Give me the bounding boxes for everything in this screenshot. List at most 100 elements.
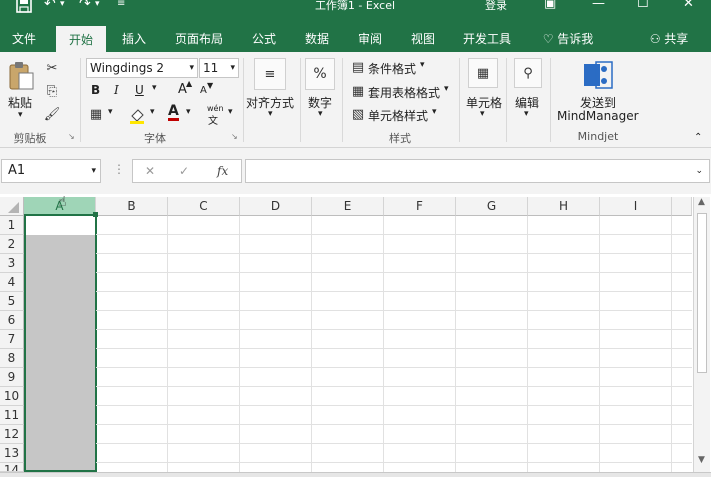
number-dropdown-icon[interactable]: ▾ [318, 109, 323, 119]
undo-dropdown-icon[interactable]: ▾ [60, 0, 65, 12]
name-box[interactable]: A1 ▾ [1, 159, 101, 183]
tab-view[interactable]: 视图 [403, 30, 443, 52]
cells-dropdown-icon[interactable]: ▾ [480, 109, 485, 119]
phonetic-dropdown-icon[interactable]: ▾ [228, 107, 233, 117]
row-header-13[interactable]: 13 [0, 444, 24, 463]
row-header-14[interactable]: 14 [0, 463, 24, 472]
row-header-7[interactable]: 7 [0, 330, 24, 349]
font-name-value: Wingdings 2 [90, 61, 165, 75]
format-as-table-button[interactable]: 套用表格格式 [368, 84, 440, 101]
font-name-select[interactable]: Wingdings 2 ▾ [86, 58, 198, 78]
column-header-c[interactable]: C [168, 197, 240, 216]
tab-developer[interactable]: 开发工具 [456, 30, 518, 52]
alignment-icon[interactable]: ≡ [254, 58, 286, 90]
worksheet-grid[interactable]: A B C D E F G H I ☝ 1 2 3 4 5 6 7 8 9 10… [0, 194, 711, 477]
search-icon[interactable]: ⚲ [514, 58, 542, 88]
italic-button[interactable]: I [114, 83, 119, 97]
cell-styles-dropdown-icon[interactable]: ▾ [432, 107, 437, 117]
tab-file[interactable]: 文件 [4, 30, 44, 52]
grid-row [96, 368, 692, 387]
clipboard-launcher-icon[interactable]: ↘ [68, 132, 75, 141]
mindmanager-icon[interactable] [582, 60, 614, 90]
tab-insert[interactable]: 插入 [114, 30, 154, 52]
vertical-scrollbar[interactable]: ▲ ▼ [693, 197, 710, 472]
column-header-b[interactable]: B [96, 197, 168, 216]
font-size-select[interactable]: 11 ▾ [199, 58, 239, 78]
cell-styles-icon: ▧ [351, 106, 365, 122]
redo-dropdown-icon[interactable]: ▾ [95, 0, 100, 12]
underline-button[interactable]: U [135, 83, 144, 97]
percent-icon[interactable]: % [305, 58, 335, 90]
font-launcher-icon[interactable]: ↘ [231, 132, 238, 141]
cells-icon[interactable]: ▦ [468, 58, 498, 88]
column-header-i[interactable]: I [600, 197, 672, 216]
grid-row [96, 311, 692, 330]
maximize-icon[interactable]: ☐ [637, 0, 649, 11]
column-header-f[interactable]: F [384, 197, 456, 216]
row-header-8[interactable]: 8 [0, 349, 24, 368]
row-header-1[interactable]: 1 [0, 216, 24, 235]
scroll-down-icon[interactable]: ▼ [698, 455, 705, 465]
ribbon-display-icon[interactable]: ▣ [544, 0, 556, 11]
paste-icon[interactable] [6, 60, 36, 92]
row-header-9[interactable]: 9 [0, 368, 24, 387]
scrollbar-thumb[interactable] [697, 213, 707, 373]
row-header-5[interactable]: 5 [0, 292, 24, 311]
tab-data[interactable]: 数据 [297, 30, 337, 52]
tell-me[interactable]: ♡ 告诉我 [536, 30, 600, 52]
underline-dropdown-icon[interactable]: ▾ [152, 83, 157, 93]
copy-icon[interactable]: ⎘ [44, 83, 60, 99]
font-color-button[interactable]: A [168, 104, 179, 121]
customize-icon[interactable]: ≡ [117, 0, 125, 12]
paste-button[interactable]: 粘贴 [8, 94, 32, 111]
editing-dropdown-icon[interactable]: ▾ [524, 109, 529, 119]
column-header-h[interactable]: H [528, 197, 600, 216]
borders-dropdown-icon[interactable]: ▾ [108, 107, 113, 117]
fill-color-dropdown-icon[interactable]: ▾ [150, 107, 155, 117]
redo-icon[interactable]: ↷ [79, 0, 91, 12]
column-header-g[interactable]: G [456, 197, 528, 216]
decrease-font-button[interactable]: A [200, 85, 207, 96]
mindmanager-label[interactable]: MindManager [557, 109, 639, 123]
format-painter-icon[interactable]: 🖌 [44, 106, 61, 122]
select-all-corner[interactable] [0, 197, 24, 216]
row-header-4[interactable]: 4 [0, 273, 24, 292]
table-dropdown-icon[interactable]: ▾ [444, 84, 449, 94]
formula-input[interactable]: ⌄ [245, 159, 710, 183]
row-header-11[interactable]: 11 [0, 406, 24, 425]
row-header-6[interactable]: 6 [0, 311, 24, 330]
save-icon[interactable] [16, 0, 32, 13]
bold-button[interactable]: B [91, 83, 100, 97]
font-color-dropdown-icon[interactable]: ▾ [186, 107, 191, 117]
scroll-up-icon[interactable]: ▲ [698, 197, 705, 207]
cancel-icon[interactable]: ✕ [145, 162, 155, 180]
minimize-icon[interactable]: — [592, 0, 605, 11]
login-link[interactable]: 登录 [485, 0, 507, 13]
cell-styles-button[interactable]: 单元格样式 [368, 107, 428, 124]
tab-formulas[interactable]: 公式 [244, 30, 284, 52]
borders-icon[interactable]: ▦ [88, 106, 104, 122]
fill-color-icon[interactable] [128, 106, 146, 124]
collapse-ribbon-icon[interactable]: ⌃ [694, 132, 702, 143]
column-header-e[interactable]: E [312, 197, 384, 216]
tab-home[interactable]: 开始 [56, 26, 106, 54]
conditional-format-button[interactable]: 条件格式 [368, 60, 416, 77]
insert-function-icon[interactable]: fx [217, 162, 228, 180]
row-header-3[interactable]: 3 [0, 254, 24, 273]
cut-icon[interactable]: ✂ [44, 60, 60, 76]
tab-review[interactable]: 审阅 [350, 30, 390, 52]
column-header-d[interactable]: D [240, 197, 312, 216]
undo-icon[interactable]: ↶ [44, 0, 56, 12]
alignment-dropdown-icon[interactable]: ▾ [268, 109, 273, 119]
row-header-10[interactable]: 10 [0, 387, 24, 406]
paste-dropdown-icon[interactable]: ▾ [18, 110, 23, 120]
share-button[interactable]: ⚇ 共享 [644, 30, 694, 52]
confirm-icon[interactable]: ✓ [179, 162, 189, 180]
tab-page-layout[interactable]: 页面布局 [168, 30, 230, 52]
row-header-12[interactable]: 12 [0, 425, 24, 444]
row-header-2[interactable]: 2 [0, 235, 24, 254]
person-icon: ⚇ [649, 32, 661, 46]
conditional-dropdown-icon[interactable]: ▾ [420, 60, 425, 70]
expand-formula-icon[interactable]: ⌄ [695, 162, 703, 180]
close-icon[interactable]: ✕ [683, 0, 694, 11]
